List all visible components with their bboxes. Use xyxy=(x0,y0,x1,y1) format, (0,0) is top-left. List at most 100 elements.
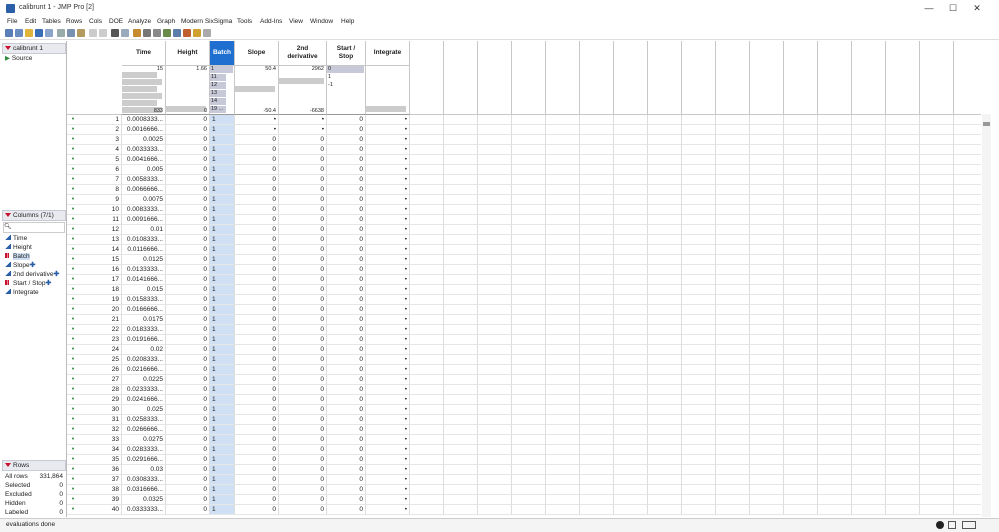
empty-cell[interactable] xyxy=(512,275,546,285)
menu-file[interactable]: File xyxy=(7,18,17,25)
row-number[interactable]: 15 xyxy=(67,255,122,265)
empty-cell[interactable] xyxy=(784,275,818,285)
row-number[interactable]: 37 xyxy=(67,475,122,485)
cell-time[interactable]: 0.0158333... xyxy=(122,295,166,305)
cell-integ[interactable]: • xyxy=(366,265,410,275)
cell-slope[interactable]: 0 xyxy=(235,415,279,425)
empty-cell[interactable] xyxy=(580,265,614,275)
cell-deriv[interactable]: 0 xyxy=(279,225,327,235)
empty-cell[interactable] xyxy=(750,265,784,275)
row-number[interactable]: 38 xyxy=(67,485,122,495)
row-number[interactable]: 8 xyxy=(67,185,122,195)
empty-cell[interactable] xyxy=(886,335,920,345)
empty-cell[interactable] xyxy=(886,235,920,245)
empty-cell[interactable] xyxy=(444,205,478,215)
cell-time[interactable]: 0.0308333... xyxy=(122,475,166,485)
empty-cell[interactable] xyxy=(716,175,750,185)
empty-cell[interactable] xyxy=(886,205,920,215)
empty-cell[interactable] xyxy=(580,405,614,415)
empty-cell[interactable] xyxy=(716,265,750,275)
cell-time[interactable]: 0.0091666... xyxy=(122,215,166,225)
empty-cell[interactable] xyxy=(920,425,954,435)
empty-cell[interactable] xyxy=(750,465,784,475)
empty-cell[interactable] xyxy=(614,365,648,375)
empty-cell[interactable] xyxy=(954,385,981,395)
cell-batch[interactable]: 1 xyxy=(210,215,235,225)
empty-cell[interactable] xyxy=(546,155,580,165)
empty-cell[interactable] xyxy=(478,505,512,515)
menu-modernsixsigma[interactable]: Modern SixSigma xyxy=(181,18,232,25)
cell-deriv[interactable]: 0 xyxy=(279,205,327,215)
empty-cell[interactable] xyxy=(818,505,852,515)
column-header-height[interactable]: Height xyxy=(166,41,210,66)
empty-cell[interactable] xyxy=(852,355,886,365)
cell-slope[interactable]: 0 xyxy=(235,505,279,515)
empty-cell[interactable] xyxy=(750,255,784,265)
empty-cell[interactable] xyxy=(716,185,750,195)
empty-cell[interactable] xyxy=(648,195,682,205)
cell-start[interactable]: 0 xyxy=(327,495,366,505)
cell-batch[interactable]: 1 xyxy=(210,125,235,135)
empty-cell[interactable] xyxy=(716,305,750,315)
empty-cell[interactable] xyxy=(410,165,444,175)
empty-cell[interactable] xyxy=(954,155,981,165)
empty-cell[interactable] xyxy=(784,425,818,435)
column-item-2nd-derivative[interactable]: 2nd derivative✚ xyxy=(5,270,59,279)
cell-deriv[interactable]: 0 xyxy=(279,465,327,475)
empty-cell[interactable] xyxy=(852,285,886,295)
empty-cell[interactable] xyxy=(954,205,981,215)
cell-start[interactable]: 0 xyxy=(327,285,366,295)
menu-cols[interactable]: Cols xyxy=(89,18,102,25)
empty-cell[interactable] xyxy=(614,375,648,385)
cell-integ[interactable]: • xyxy=(366,165,410,175)
cell-batch[interactable]: 1 xyxy=(210,155,235,165)
undo-icon[interactable] xyxy=(89,29,97,37)
empty-cell[interactable] xyxy=(682,255,716,265)
empty-cell[interactable] xyxy=(580,135,614,145)
cell-start[interactable]: 0 xyxy=(327,445,366,455)
empty-cell[interactable] xyxy=(546,235,580,245)
empty-cell[interactable] xyxy=(410,415,444,425)
empty-cell[interactable] xyxy=(614,275,648,285)
cell-slope[interactable]: 0 xyxy=(235,175,279,185)
empty-cell[interactable] xyxy=(716,195,750,205)
empty-cell[interactable] xyxy=(954,145,981,155)
empty-cell[interactable] xyxy=(852,475,886,485)
wand-icon[interactable] xyxy=(193,29,201,37)
row-number[interactable]: 9 xyxy=(67,195,122,205)
empty-cell[interactable] xyxy=(716,125,750,135)
empty-cell[interactable] xyxy=(614,255,648,265)
empty-cell[interactable] xyxy=(546,495,580,505)
empty-cell[interactable] xyxy=(444,235,478,245)
empty-cell[interactable] xyxy=(852,205,886,215)
empty-cell[interactable] xyxy=(682,125,716,135)
empty-cell[interactable] xyxy=(818,315,852,325)
cell-batch[interactable]: 1 xyxy=(210,335,235,345)
empty-cell[interactable] xyxy=(410,365,444,375)
cell-slope[interactable]: 0 xyxy=(235,285,279,295)
empty-cell[interactable] xyxy=(614,435,648,445)
empty-cell[interactable] xyxy=(920,165,954,175)
empty-cell[interactable] xyxy=(920,215,954,225)
empty-cell[interactable] xyxy=(818,175,852,185)
empty-cell[interactable] xyxy=(512,225,546,235)
empty-cell[interactable] xyxy=(716,275,750,285)
empty-cell[interactable] xyxy=(512,295,546,305)
empty-cell[interactable] xyxy=(512,335,546,345)
empty-cell[interactable] xyxy=(478,445,512,455)
empty-cell[interactable] xyxy=(818,335,852,345)
cell-deriv[interactable]: • xyxy=(279,115,327,125)
empty-cell[interactable] xyxy=(716,435,750,445)
cell-time[interactable]: 0.0033333... xyxy=(122,145,166,155)
empty-cell[interactable] xyxy=(852,305,886,315)
empty-cell[interactable] xyxy=(920,495,954,505)
cell-batch[interactable]: 1 xyxy=(210,195,235,205)
empty-cell[interactable] xyxy=(750,155,784,165)
empty-cell[interactable] xyxy=(410,245,444,255)
cell-deriv[interactable]: 0 xyxy=(279,335,327,345)
empty-cell[interactable] xyxy=(886,295,920,305)
empty-cell[interactable] xyxy=(716,215,750,225)
empty-cell[interactable] xyxy=(954,135,981,145)
column-item-slope[interactable]: Slope✚ xyxy=(5,261,36,270)
empty-cell[interactable] xyxy=(580,485,614,495)
